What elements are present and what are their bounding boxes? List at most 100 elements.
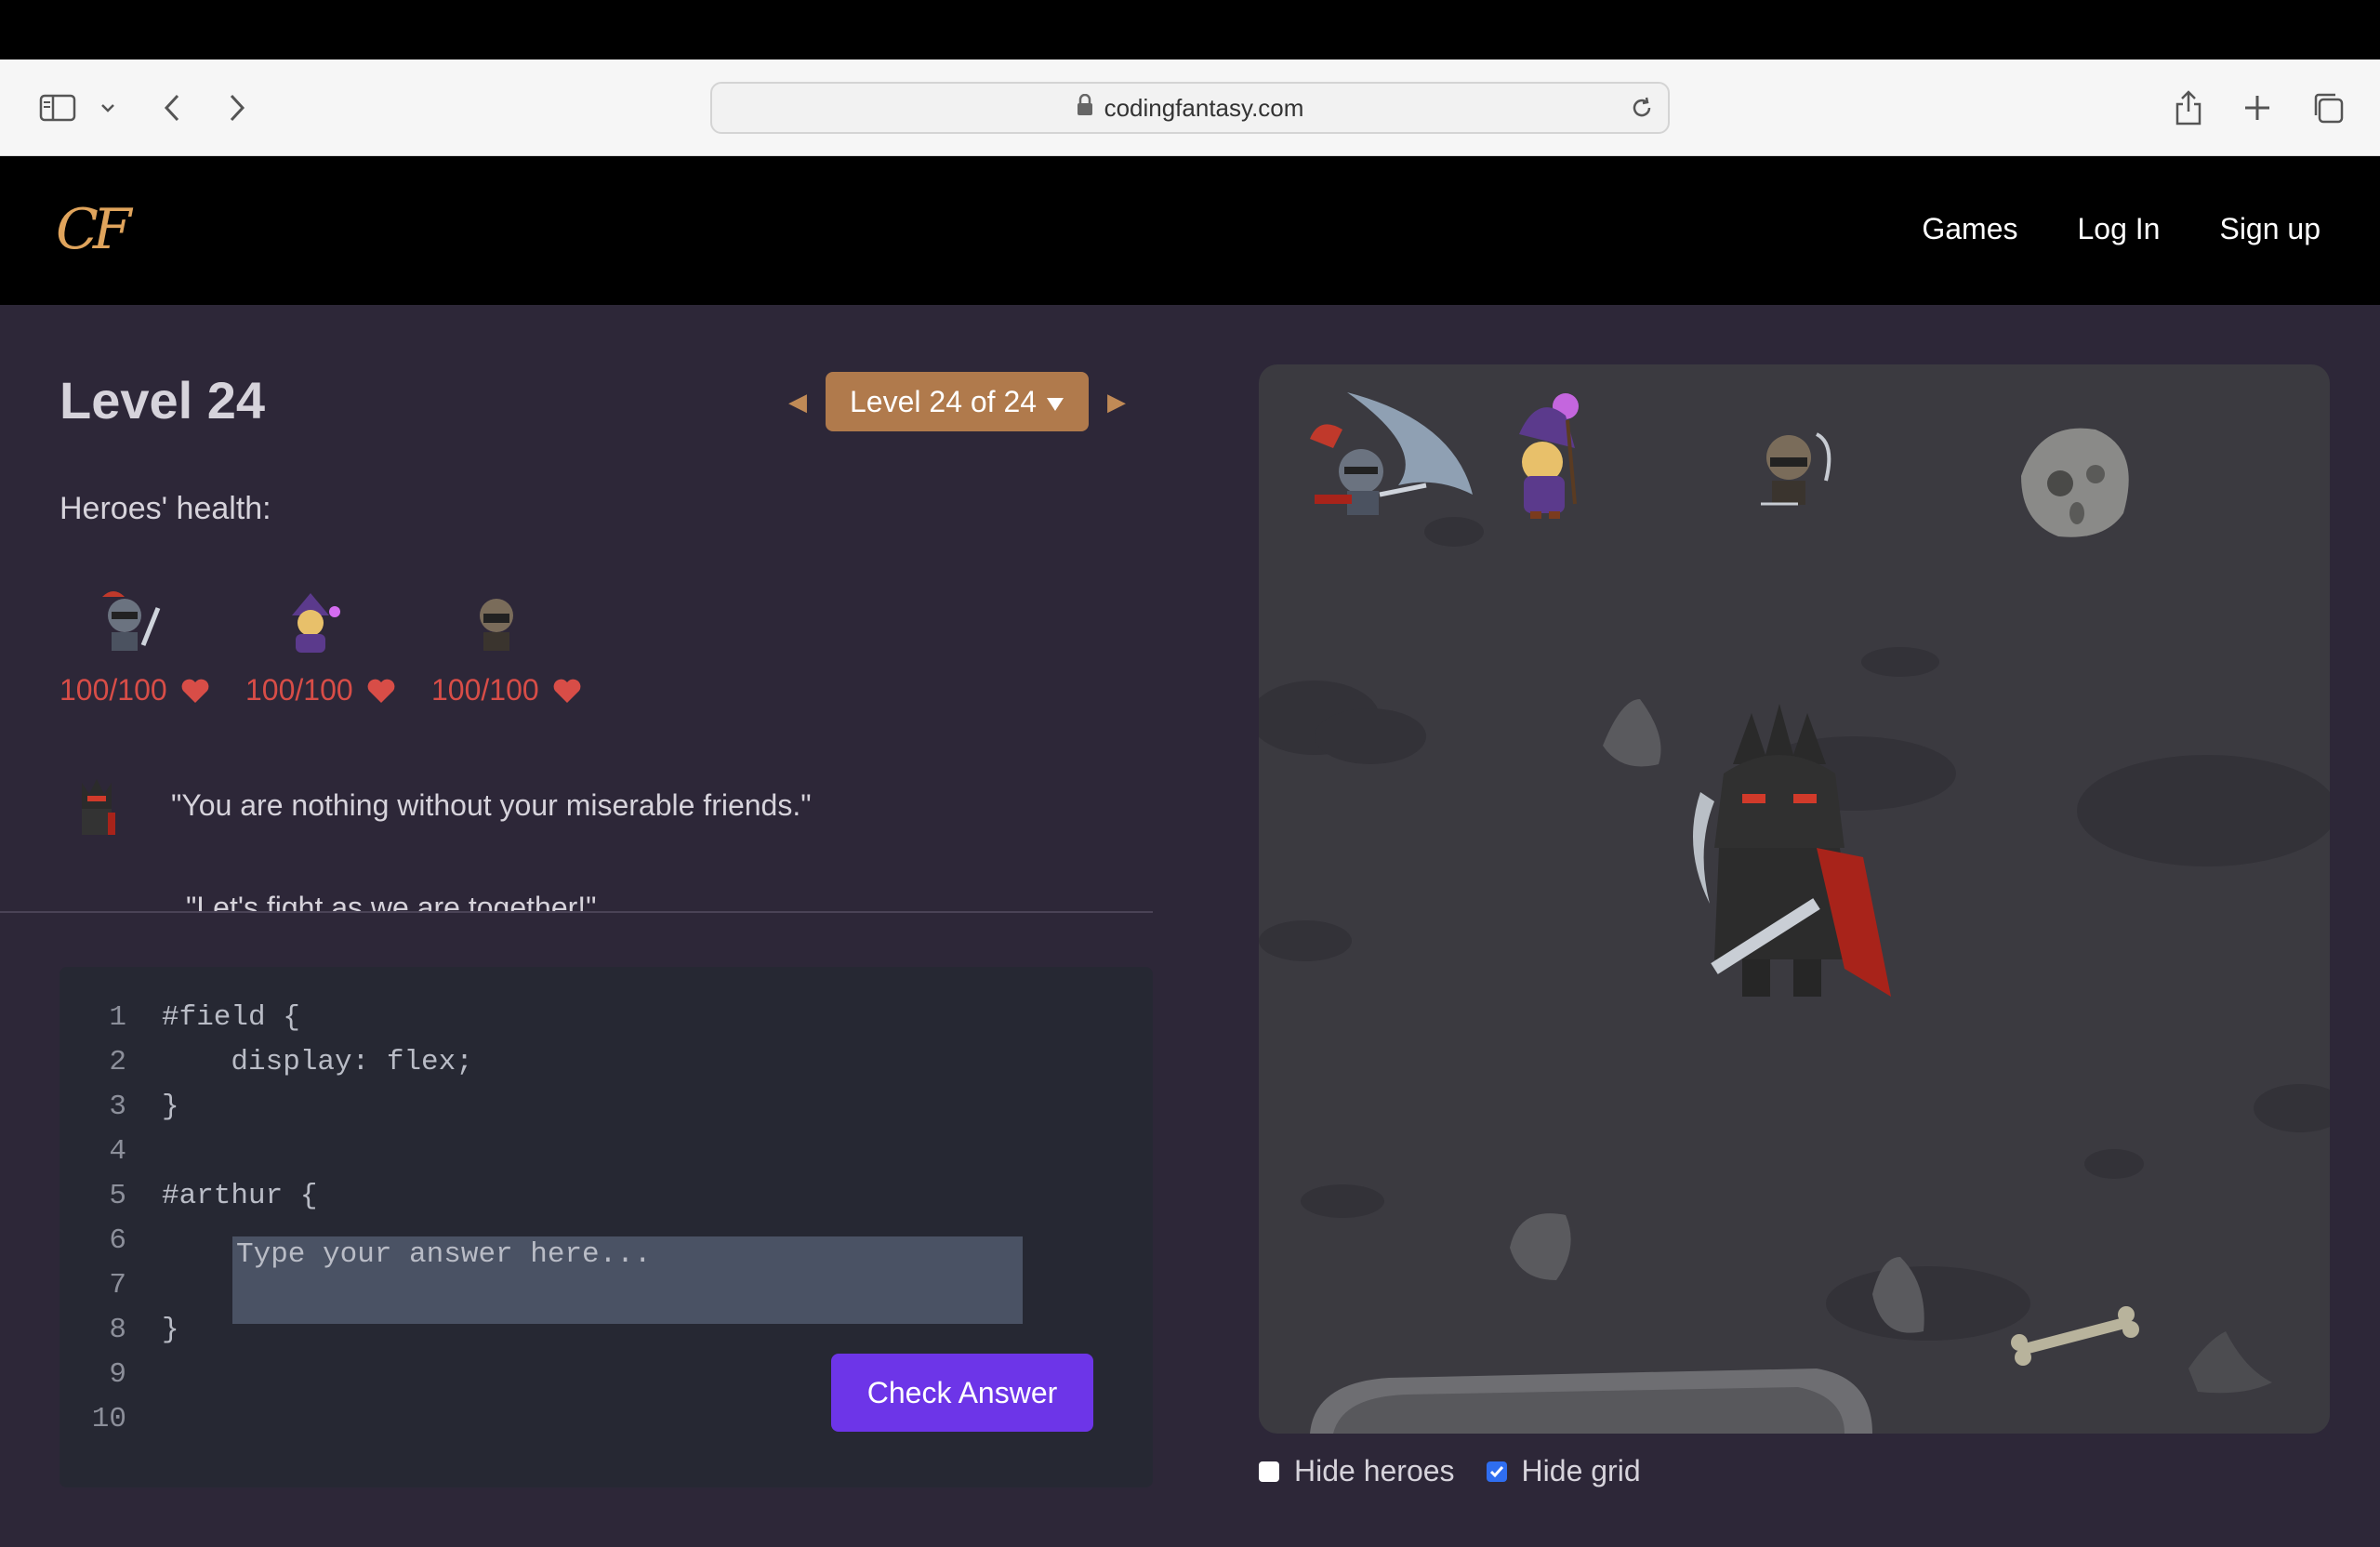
sidebar-toggle-icon[interactable] (37, 87, 78, 128)
code-text: } (162, 1313, 179, 1346)
level-dropdown[interactable]: Level 24 of 24 (826, 372, 1090, 431)
dialogue-line: "You are nothing without your miserable … (60, 768, 812, 842)
back-icon[interactable] (158, 87, 186, 128)
game-board (1259, 364, 2330, 1434)
knight-icon (102, 591, 161, 651)
ground-patch (1315, 708, 1426, 764)
heart-icon (367, 679, 395, 703)
heroes-health-list: 100/100 100/100 100/100 (60, 586, 581, 707)
site-logo[interactable]: CF (56, 197, 132, 262)
code-text: #arthur { (162, 1179, 318, 1212)
hero-health-value: 100/100 (60, 673, 167, 707)
hide-grid-toggle[interactable]: Hide grid (1486, 1454, 1641, 1488)
caret-down-icon (1046, 385, 1064, 419)
mage-icon (292, 593, 340, 653)
url-text: codingfantasy.com (1104, 93, 1304, 122)
arthur-knight-sprite (1310, 392, 1473, 515)
hide-heroes-toggle[interactable]: Hide heroes (1259, 1454, 1455, 1488)
level-title: Level 24 (60, 371, 266, 430)
rock (1510, 1213, 1571, 1280)
system-top-bar (0, 0, 2380, 60)
nav-games[interactable]: Games (1922, 212, 2017, 246)
code-line: 7 (60, 1263, 162, 1307)
heart-icon (553, 679, 581, 703)
hide-grid-label: Hide grid (1521, 1454, 1641, 1488)
ground-patch (1301, 1184, 1384, 1218)
checkmark-icon (1489, 1465, 1503, 1477)
line-number: 1 (109, 1000, 126, 1034)
nav-login[interactable]: Log In (2078, 212, 2161, 246)
ground-patch (1424, 517, 1484, 547)
line-number: 7 (109, 1268, 126, 1302)
hide-grid-checkbox[interactable] (1486, 1461, 1507, 1482)
chevron-down-icon[interactable] (97, 87, 119, 128)
code-line: 1 #field { (60, 995, 300, 1039)
code-editor: 1 #field { 2 display: flex; 3} 4 5 #arthur… (60, 967, 1153, 1488)
reload-icon[interactable] (1629, 95, 1655, 127)
new-tab-icon[interactable] (2241, 87, 2274, 128)
level-navigation: ◀ Level 24 of 24 ▶ (788, 372, 1126, 431)
lock-icon (1077, 93, 1093, 123)
code-line: 9 (60, 1352, 162, 1396)
dialogue-line-partial: "Let's fight as we are together!" (60, 891, 1153, 911)
line-number: 10 (91, 1402, 126, 1435)
forward-icon[interactable] (223, 87, 251, 128)
share-icon[interactable] (2172, 87, 2205, 128)
line-number: 5 (109, 1179, 126, 1212)
skull-rock (2021, 428, 2129, 537)
code-text: #field { (162, 1000, 300, 1034)
main-nav: Games Log In Sign up (1922, 212, 2320, 246)
line-number: 4 (109, 1134, 126, 1168)
code-text: } (162, 1090, 179, 1123)
mage-sprite (1519, 393, 1579, 519)
nav-signup[interactable]: Sign up (2219, 212, 2320, 246)
hero-health-ninja: 100/100 (431, 586, 581, 707)
level-dropdown-label: Level 24 of 24 (850, 384, 1038, 418)
dialogue-quote-partial: "Let's fight as we are together!" (186, 891, 597, 911)
line-number: 9 (109, 1357, 126, 1391)
hero-health-mage: 100/100 (245, 586, 395, 707)
panel-divider (0, 911, 1153, 913)
ground-patch (2254, 1084, 2330, 1132)
ground-patch (1826, 1266, 2030, 1341)
code-line: 2 display: flex; (60, 1039, 473, 1084)
line-number: 2 (109, 1045, 126, 1078)
hero-health-value: 100/100 (245, 673, 353, 707)
dialogue-quote: "You are nothing without your miserable … (171, 787, 812, 822)
tab-overview-icon[interactable] (2309, 87, 2347, 128)
code-line: 6 (60, 1218, 162, 1263)
browser-toolbar: codingfantasy.com (0, 60, 2380, 156)
code-line: 4 (60, 1129, 162, 1173)
ninja-sprite (1761, 432, 1831, 506)
hero-health-arthur: 100/100 (60, 586, 209, 707)
code-line: 8} (60, 1307, 179, 1352)
heroes-health-label: Heroes' health: (60, 491, 271, 526)
board-controls: Hide heroes Hide grid (1259, 1454, 1641, 1488)
hero-health-value: 100/100 (431, 673, 539, 707)
answer-input[interactable] (232, 1236, 1023, 1324)
board-scene (1259, 392, 2330, 1434)
line-number: 8 (109, 1313, 126, 1346)
bone (2011, 1306, 2139, 1366)
ground-patch (1861, 647, 1939, 677)
rock (2188, 1331, 2272, 1394)
code-line: 3} (60, 1084, 179, 1129)
line-number: 6 (109, 1223, 126, 1257)
line-number: 3 (109, 1090, 126, 1123)
ground-patch (2077, 755, 2330, 866)
check-answer-button[interactable]: Check Answer (831, 1354, 1093, 1432)
next-level-arrow[interactable]: ▶ (1107, 388, 1126, 416)
hide-heroes-label: Hide heroes (1294, 1454, 1455, 1488)
heart-icon (181, 679, 209, 703)
site-header: CF Games Log In Sign up (0, 156, 2380, 305)
code-line: 10 (60, 1396, 162, 1441)
code-text: display: flex; (162, 1045, 473, 1078)
address-bar[interactable]: codingfantasy.com (710, 82, 1670, 134)
prev-level-arrow[interactable]: ◀ (788, 388, 807, 416)
ground-patch (2084, 1149, 2144, 1179)
code-line: 5 #arthur { (60, 1173, 317, 1218)
dark-knight-portrait-icon (82, 779, 115, 835)
ground-patch (1259, 920, 1352, 961)
hide-heroes-checkbox[interactable] (1259, 1461, 1279, 1482)
rock (1603, 699, 1661, 767)
